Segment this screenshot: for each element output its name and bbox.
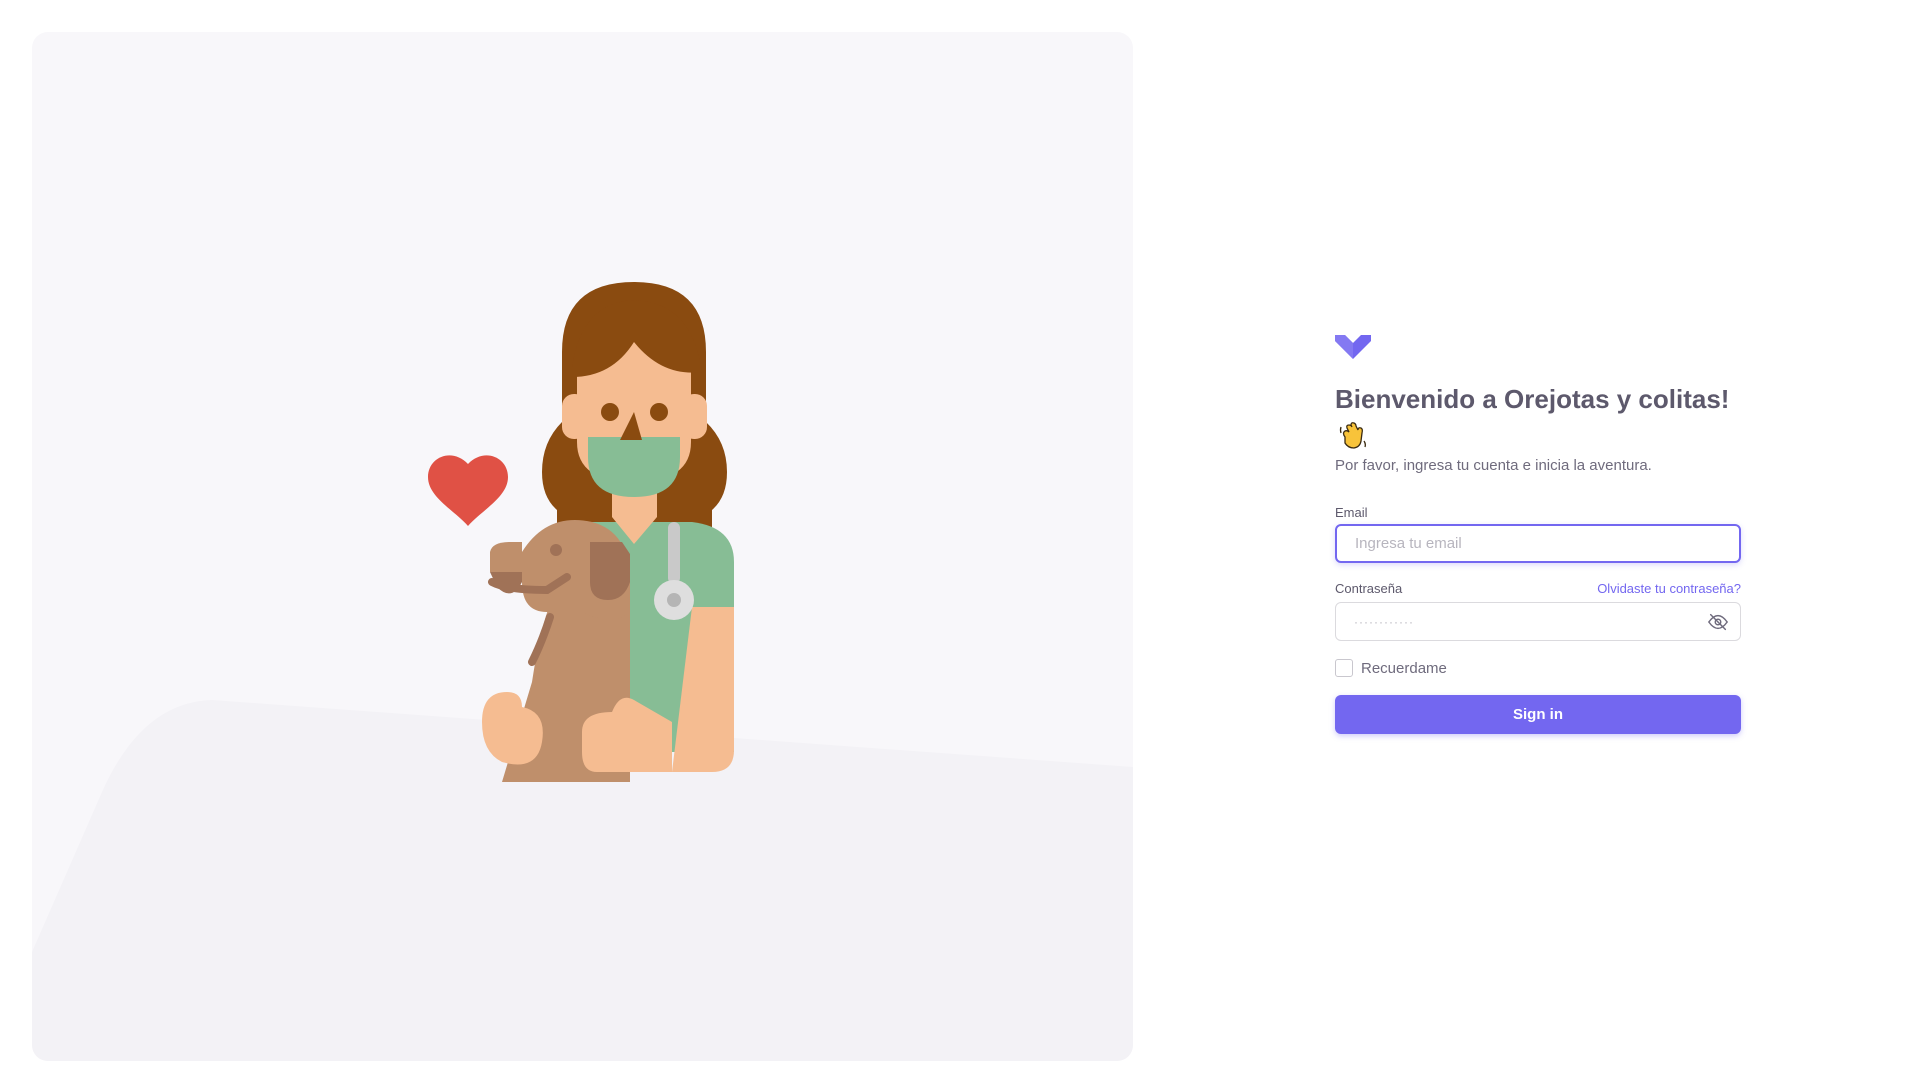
heart-chevron-icon	[1335, 335, 1371, 359]
forgot-password-link[interactable]: Olvidaste tu contraseña?	[1597, 581, 1741, 596]
password-wrapper	[1335, 602, 1741, 641]
email-label: Email	[1335, 505, 1368, 520]
email-input[interactable]	[1335, 524, 1741, 563]
login-form-panel: Bienvenido a Orejotas y colitas! Por fav…	[1335, 333, 1741, 734]
password-input[interactable]	[1335, 602, 1741, 641]
password-group: Contraseña Olvidaste tu contraseña?	[1335, 581, 1741, 641]
email-group: Email	[1335, 505, 1741, 563]
veterinarian-with-dog-illustration	[428, 282, 734, 782]
welcome-subtitle: Por favor, ingresa tu cuenta e inicia la…	[1335, 457, 1652, 474]
remember-label[interactable]: Recuerdame	[1361, 660, 1447, 677]
signin-button[interactable]: Sign in	[1335, 695, 1741, 734]
password-label: Contraseña	[1335, 581, 1403, 596]
welcome-title: Bienvenido a Orejotas y colitas!	[1335, 384, 1730, 414]
remember-checkbox[interactable]	[1335, 659, 1353, 677]
eye-off-icon[interactable]	[1707, 611, 1729, 633]
password-header: Contraseña Olvidaste tu contraseña?	[1335, 581, 1741, 596]
illustration-panel	[32, 32, 1133, 1061]
waving-hand-icon	[1339, 422, 1366, 449]
heart-icon	[428, 455, 508, 526]
remember-row: Recuerdame	[1335, 659, 1741, 677]
